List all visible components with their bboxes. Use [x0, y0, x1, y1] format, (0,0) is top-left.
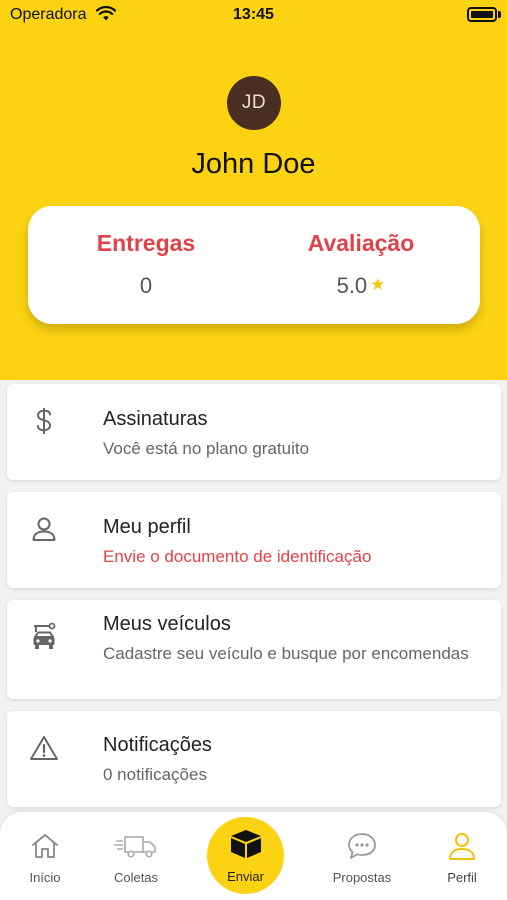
- send-button[interactable]: Enviar: [207, 817, 284, 894]
- battery-icon: [467, 7, 497, 22]
- home-icon: [5, 830, 85, 862]
- menu-subtitle: Envie o documento de identificação: [103, 547, 372, 566]
- tab-label: Coletas: [113, 870, 159, 885]
- user-name: John Doe: [191, 148, 316, 180]
- tab-home[interactable]: Início: [5, 830, 85, 885]
- avatar[interactable]: JD: [227, 76, 281, 130]
- rating-value-row: 5.0 ★: [261, 273, 461, 299]
- tab-label: Início: [29, 870, 61, 885]
- menu-item-my-profile[interactable]: Meu perfil Envie o documento de identifi…: [7, 492, 501, 588]
- menu-item-subscriptions[interactable]: Assinaturas Você está no plano gratuito: [7, 384, 501, 480]
- menu-item-my-vehicles[interactable]: Meus veículos Cadastre seu veículo e bus…: [7, 600, 501, 699]
- send-label: Enviar: [227, 868, 264, 884]
- menu-item-notifications[interactable]: Notificações 0 notificações: [7, 711, 501, 807]
- car-icon: [29, 622, 59, 652]
- tab-collections[interactable]: Coletas: [96, 830, 176, 885]
- stats-card: Entregas 0 Avaliação 5.0 ★: [28, 206, 480, 324]
- menu-subtitle: Você está no plano gratuito: [103, 439, 310, 458]
- dollar-icon: [29, 406, 59, 436]
- menu-subtitle: 0 notificações: [103, 765, 207, 784]
- menu-title: Notificações: [103, 734, 212, 756]
- tab-label: Propostas: [332, 870, 392, 885]
- warning-icon: [29, 733, 59, 763]
- user-icon: [422, 830, 502, 862]
- menu-title: Meu perfil: [103, 516, 191, 538]
- rating-label: Avaliação: [307, 230, 415, 256]
- tab-label: Perfil: [447, 870, 477, 885]
- user-icon: [29, 514, 59, 544]
- rating-stat: Avaliação 5.0 ★: [261, 230, 461, 299]
- menu-subtitle: Cadastre seu veículo e busque por encome…: [103, 644, 469, 663]
- battery-cap: [498, 11, 501, 18]
- status-bar: Operadora 13:45: [0, 0, 507, 32]
- star-icon: ★: [370, 275, 386, 294]
- deliveries-value: 0: [139, 273, 153, 298]
- rating-value: 5.0: [336, 273, 368, 298]
- tab-proposals[interactable]: Propostas: [322, 830, 402, 885]
- chat-icon: [322, 830, 402, 862]
- deliveries-stat: Entregas 0: [46, 230, 246, 299]
- menu-title: Meus veículos: [103, 613, 231, 635]
- box-icon: [228, 828, 264, 865]
- truck-icon: [96, 830, 176, 862]
- tab-profile[interactable]: Perfil: [422, 830, 502, 885]
- clock: 13:45: [233, 6, 274, 23]
- menu-title: Assinaturas: [103, 408, 208, 430]
- deliveries-label: Entregas: [96, 230, 196, 256]
